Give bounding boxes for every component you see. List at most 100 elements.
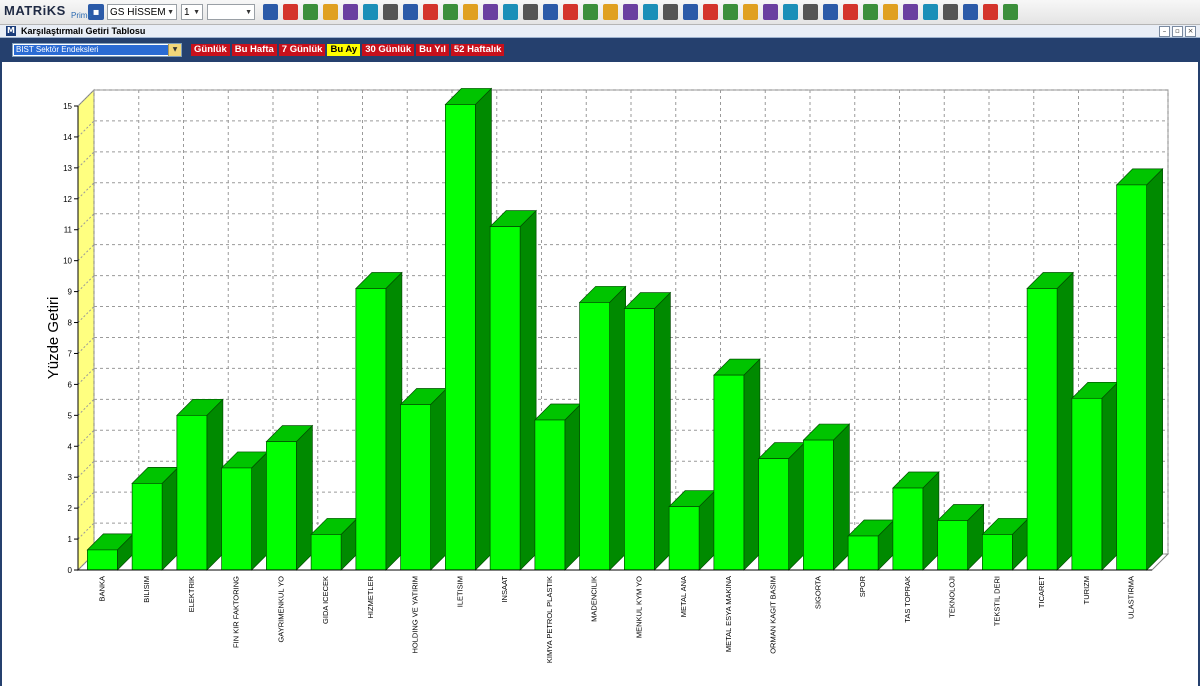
period-tab[interactable]: Bu Ay [327,44,361,56]
bar [982,534,1013,571]
refresh-icon[interactable] [543,4,558,20]
y-tick-label: 15 [63,102,72,111]
mail-icon[interactable] [943,4,958,20]
bar-side [430,387,447,571]
number-select-value: 1 [184,6,190,18]
underline-icon[interactable] [503,4,518,20]
x-tick-label: MADENCILIK [590,576,599,622]
x-tick-label: METAL ESYA MAKINA [724,576,733,652]
bar-side [833,423,850,571]
window2-icon[interactable] [883,4,898,20]
pointer-icon[interactable] [303,4,318,20]
bold-icon[interactable] [463,4,478,20]
monitor-icon[interactable] [363,4,378,20]
period-tab[interactable]: 7 Günlük [278,44,326,56]
window-controls: – ▫ × [1159,26,1196,37]
bar-side [519,209,537,571]
period-tab[interactable]: Bu Yıl [416,44,449,56]
chart-icon[interactable] [323,4,338,20]
gmail-icon[interactable] [583,4,598,20]
formula-icon[interactable] [623,4,638,20]
y-tick-label: 2 [68,504,73,513]
help-icon[interactable] [523,4,538,20]
copy-icon[interactable] [723,4,738,20]
y-tick-label: 1 [68,535,73,544]
bar [758,458,789,571]
bar-side [475,87,492,571]
y-tick-label: 8 [68,319,73,328]
chevron-down-icon[interactable]: ▼ [168,44,181,56]
returns-bar-chart: 0123456789101112131415Yüzde GetiriBANKA B… [45,87,1170,663]
clock-icon[interactable] [383,4,398,20]
window-title: Karşılaştırmalı Getiri Tablosu [21,26,146,36]
bar [266,441,297,571]
close-icon[interactable]: × [1185,26,1196,37]
bar-side [654,291,671,571]
users-icon[interactable] [663,4,678,20]
calculator-icon[interactable] [963,4,978,20]
bar-side [206,398,224,571]
period-tab[interactable]: 52 Haftalık [450,44,505,56]
chevron-down-icon: ▼ [245,8,252,16]
x-tick-label: BANKA [97,576,106,601]
save-icon[interactable] [263,4,278,20]
search-icon[interactable] [763,4,778,20]
font-color-icon[interactable] [483,4,498,20]
restore-icon[interactable]: ▫ [1172,26,1183,37]
index-group-select[interactable]: BIST Sektör Endeksleri ▼ [12,43,182,57]
minimize-icon[interactable]: – [1159,26,1170,37]
period-tab[interactable]: Bu Hafta [231,44,277,56]
number-select[interactable]: 1 ▼ [181,4,203,20]
news-icon[interactable] [423,4,438,20]
x-tick-label: MENKUL KYM YO [634,576,643,638]
layout-select[interactable]: ▼ [207,4,255,20]
line-chart-icon[interactable] [603,4,618,20]
calendar-icon[interactable] [703,4,718,20]
brand-name: MATRiKS [4,3,66,18]
bar [847,535,879,571]
matriks-logo: MATRiKS Prime [0,0,92,24]
arrow-icon[interactable] [903,4,918,20]
x-tick-label: ELEKTRIK [187,576,196,612]
bar-side [251,451,268,571]
grid-icon[interactable] [443,4,458,20]
phone-icon[interactable] [683,4,698,20]
bell-icon[interactable] [923,4,938,20]
y-tick-label: 3 [68,473,73,482]
x-tick-label: INSAAT [500,576,509,603]
period-tab[interactable]: Günlük [191,44,230,56]
brand-sub: Prime [71,11,92,20]
y-tick-label: 6 [68,380,73,389]
toolbar-icons [263,4,1023,20]
bar-side [788,441,805,571]
bar [355,288,387,571]
globe-icon[interactable] [343,4,358,20]
zoom-icon[interactable] [283,4,298,20]
notes-icon[interactable] [743,4,758,20]
book-icon[interactable] [803,4,818,20]
bar [400,404,431,571]
email-icon[interactable] [563,4,578,20]
window-titlebar: M Karşılaştırmalı Getiri Tablosu – ▫ × [0,25,1200,38]
bar [624,308,655,571]
v-icon[interactable] [823,4,838,20]
chat-icon[interactable] [983,4,998,20]
bar [892,487,924,571]
twitter-icon[interactable] [783,4,798,20]
bar [803,439,834,571]
x-tick-label: TICARET [1037,576,1046,609]
portfolio-select[interactable]: GS HİSSEM ▼ [107,4,177,20]
bar [489,226,521,571]
bar [1116,184,1147,571]
image-icon[interactable] [843,4,858,20]
window-icon[interactable] [863,4,878,20]
user-icon[interactable] [643,4,658,20]
eye-icon[interactable] [403,4,418,20]
bar [221,467,252,571]
period-tab[interactable]: 30 Günlük [362,44,415,56]
y-tick-label: 9 [68,288,73,297]
chevron-down-icon: ▼ [193,8,200,16]
settings-icon[interactable] [1003,4,1018,20]
bar-side [1056,271,1074,571]
x-tick-label: TEKNOLOJI [948,576,957,618]
